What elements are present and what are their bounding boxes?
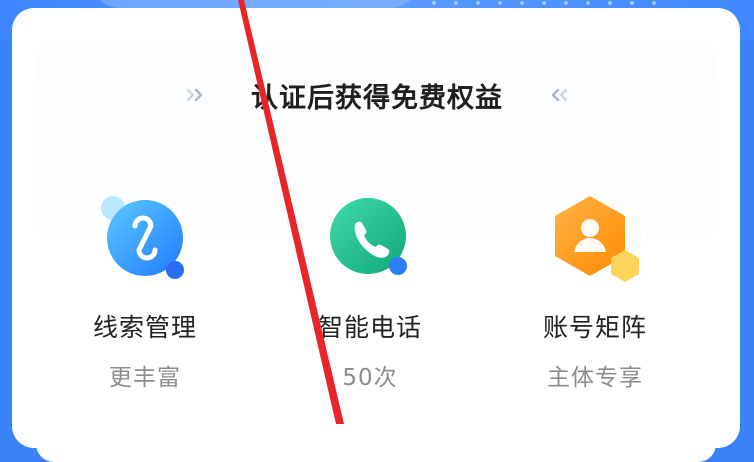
benefit-sub: 50次	[342, 365, 398, 391]
benefit-sub: 更丰富	[109, 365, 181, 391]
banner-glow	[90, 0, 420, 8]
double-chevron-right-icon	[186, 88, 203, 102]
benefit-name: 账号矩阵	[542, 313, 647, 342]
benefit-name: 线索管理	[92, 313, 197, 342]
benefit-sub: 主体专享	[547, 365, 643, 391]
benefit-item-smart-phone[interactable]: 智能电话 50次	[280, 190, 460, 400]
benefit-name: 智能电话	[317, 313, 422, 342]
account-matrix-icon	[555, 196, 639, 282]
clue-management-icon	[101, 196, 184, 279]
benefit-item-account-matrix[interactable]: 账号矩阵 主体专享	[505, 190, 685, 400]
double-chevron-left-icon	[551, 88, 568, 102]
benefit-item-clue-management[interactable]: 线索管理 更丰富	[55, 190, 235, 400]
benefits-title: 认证后获得免费权益	[251, 82, 503, 114]
phone-icon	[330, 198, 407, 275]
benefits-title-row: 认证后获得免费权益	[0, 70, 754, 120]
banner-dots	[432, 0, 662, 6]
